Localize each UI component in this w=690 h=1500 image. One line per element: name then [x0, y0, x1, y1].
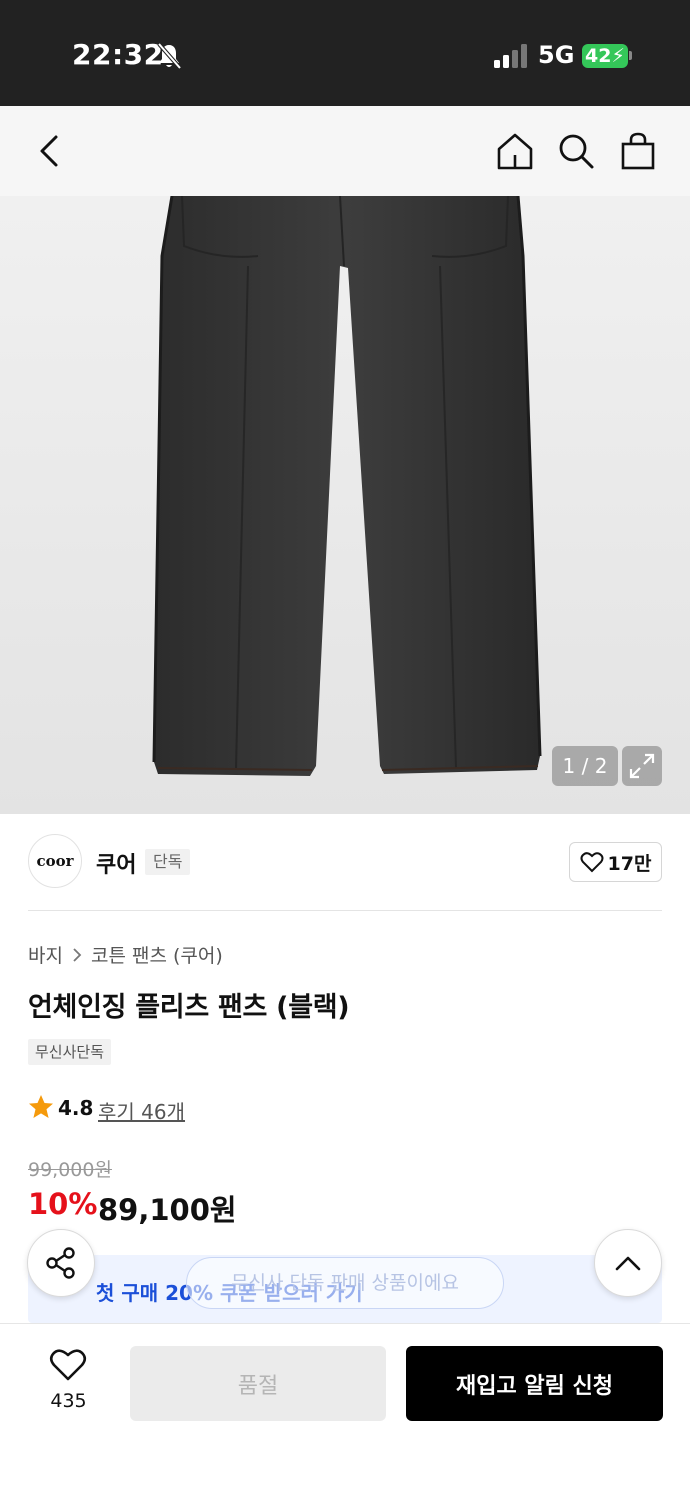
status-bar: 22:32 5G 42⚡	[0, 0, 690, 106]
scroll-top-button[interactable]	[594, 1229, 662, 1297]
original-price: 99,000원	[28, 1159, 112, 1181]
top-nav	[0, 106, 690, 196]
home-icon[interactable]	[492, 128, 538, 174]
product-image[interactable]	[0, 196, 690, 814]
heart-icon	[580, 852, 604, 873]
expand-icon[interactable]	[622, 746, 662, 786]
wishlist-count: 435	[50, 1390, 87, 1412]
signal-icon	[494, 44, 527, 68]
toast-message: 무신사 단독 판매 상품이에요	[186, 1257, 504, 1309]
status-time: 22:32	[72, 38, 164, 71]
discount-rate: 10%	[28, 1187, 98, 1221]
back-icon[interactable]	[26, 128, 72, 174]
breadcrumb: 바지 코튼 팬츠 (쿠어)	[28, 941, 223, 968]
exclusive-badge: 무신사단독	[28, 1039, 112, 1065]
battery-level: 42	[585, 45, 612, 67]
brand-like-count: 17만	[607, 852, 652, 875]
battery-cap	[629, 51, 632, 60]
search-icon[interactable]	[553, 128, 599, 174]
network-label: 5G	[538, 41, 575, 69]
pants-image	[152, 196, 542, 776]
brand-name[interactable]: 쿠어	[96, 847, 136, 879]
star-icon	[29, 1095, 53, 1118]
divider	[28, 910, 662, 911]
chevron-right-icon	[73, 947, 82, 962]
chevron-up-icon	[615, 1256, 641, 1271]
battery-icon: 42⚡	[582, 44, 628, 68]
rating-value: 4.8	[58, 1096, 94, 1120]
sale-price: 89,100원	[98, 1193, 237, 1227]
breadcrumb-category[interactable]: 바지	[28, 941, 63, 968]
brand-like-button[interactable]: 17만	[569, 842, 662, 882]
brand-tag: 단독	[145, 849, 191, 875]
wishlist-heart-icon[interactable]	[49, 1347, 87, 1383]
brand-logo[interactable]: coor	[28, 834, 82, 888]
review-link[interactable]: 후기 46개	[98, 1096, 185, 1125]
shopping-bag-icon[interactable]	[615, 128, 661, 174]
breadcrumb-subcategory[interactable]: 코튼 팬츠 (쿠어)	[91, 941, 223, 968]
soldout-button[interactable]: 품절	[130, 1346, 386, 1421]
restock-alert-button[interactable]: 재입고 알림 신청	[406, 1346, 663, 1421]
bell-off-icon	[157, 42, 182, 70]
share-button[interactable]	[27, 1229, 95, 1297]
share-icon	[46, 1247, 75, 1279]
image-counter: 1 / 2	[552, 746, 618, 786]
product-title: 언체인징 플리츠 팬츠 (블랙)	[28, 992, 350, 1023]
